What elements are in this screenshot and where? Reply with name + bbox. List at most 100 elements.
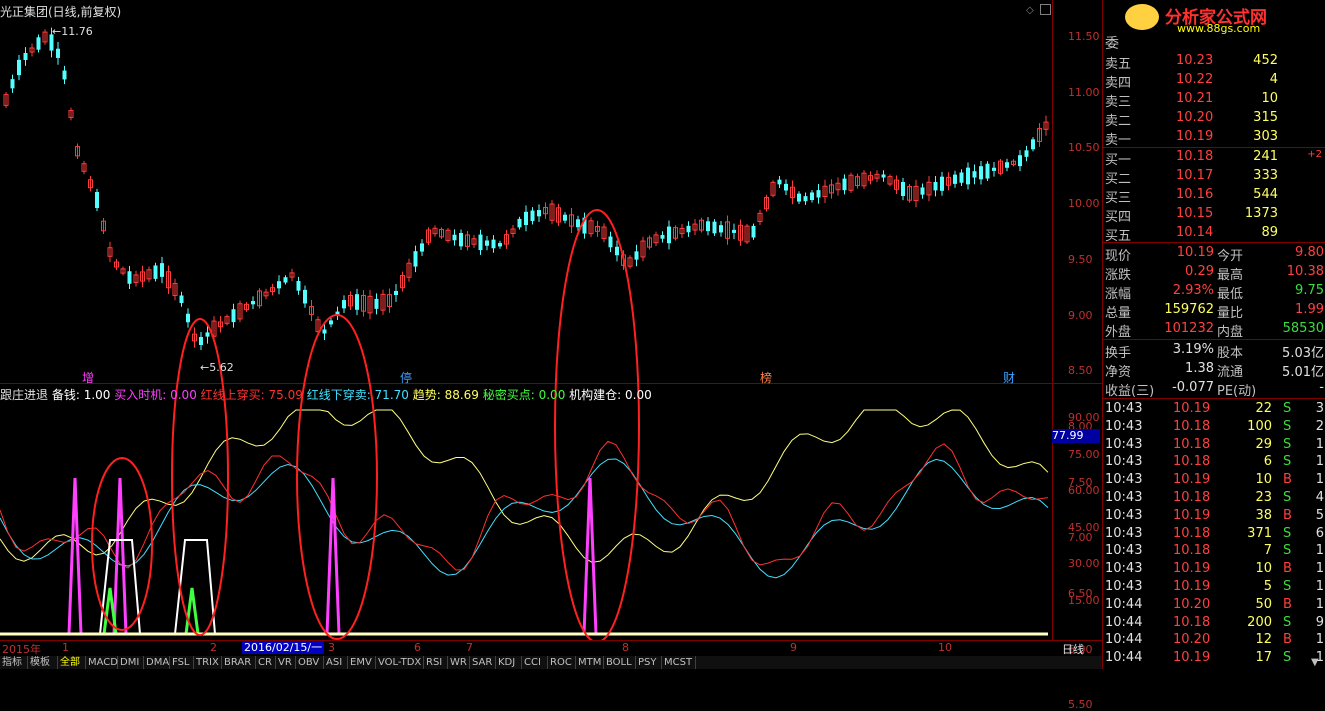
- tick-volume: 23: [1255, 490, 1272, 505]
- tick-price: 10.18: [1173, 490, 1211, 505]
- sell-level[interactable]: 卖四 10.22 4: [1103, 71, 1325, 91]
- candle-body: [127, 271, 132, 284]
- indicator-tab[interactable]: RSI: [424, 656, 448, 669]
- fund-divider: [1103, 339, 1325, 340]
- event-flag-cai[interactable]: 财: [1003, 369, 1015, 386]
- level-price: 10.22: [1176, 72, 1214, 87]
- indicator-tab[interactable]: TRIX: [194, 656, 222, 669]
- event-flag-bang[interactable]: 榜: [760, 369, 772, 386]
- tick-price: 10.19: [1173, 561, 1211, 577]
- tick-count: 1: [1315, 436, 1324, 452]
- period-label[interactable]: 日线: [1062, 641, 1084, 657]
- fund-label: 换手: [1105, 346, 1132, 361]
- tick-time: 10:43: [1105, 490, 1143, 505]
- fund-value: 3.19%: [1172, 342, 1214, 357]
- indicator-tab[interactable]: 全部: [58, 656, 86, 669]
- sell-level[interactable]: 卖三 10.21 10: [1103, 90, 1325, 110]
- fund-label: 流通: [1217, 365, 1244, 380]
- tick-volume: 22: [1255, 401, 1272, 416]
- tick-count: 4: [1315, 490, 1324, 505]
- indicator-tab[interactable]: 模板: [28, 656, 58, 669]
- tick-time: 10:43: [1105, 454, 1143, 470]
- level-label: 卖一: [1105, 133, 1132, 148]
- indicator-tab[interactable]: EMV: [348, 656, 376, 669]
- tick-count: 1: [1315, 596, 1324, 612]
- buy-signal-spike: [112, 477, 128, 636]
- fundamental-row: 净资 1.38 流通 5.01亿: [1103, 360, 1325, 380]
- sell-level[interactable]: 卖一 10.19 303: [1103, 128, 1325, 148]
- tick-row: 10:43 10.18 100 S 2: [1103, 418, 1325, 436]
- indicator-tab[interactable]: MTM: [576, 656, 604, 669]
- event-flag-ting[interactable]: 停: [400, 369, 412, 386]
- candle-body: [1005, 162, 1009, 168]
- candle-body: [667, 226, 671, 244]
- indicator-tab[interactable]: MACD: [86, 656, 118, 669]
- sell-level[interactable]: 卖五 10.23 452: [1103, 52, 1325, 72]
- buy-level[interactable]: 买二 10.17 333: [1103, 167, 1325, 187]
- indicator-tab[interactable]: 指标: [0, 656, 28, 669]
- candle-body: [608, 236, 613, 248]
- indicator-tab[interactable]: KDJ: [496, 656, 522, 669]
- indicator-tab[interactable]: MCST: [662, 656, 696, 669]
- indicator-tick-label: 90.00: [1068, 411, 1100, 424]
- event-flag-zeng[interactable]: 增: [82, 369, 94, 386]
- indicator-tab[interactable]: VR: [276, 656, 296, 669]
- time-axis-month: 1: [62, 641, 69, 654]
- tick-price: 10.19: [1173, 472, 1211, 488]
- indicator-tab[interactable]: BRAR: [222, 656, 256, 669]
- indicator-tick-label: 45.00: [1068, 520, 1100, 534]
- indicator-tab[interactable]: ASI: [324, 656, 348, 669]
- indicator-tab[interactable]: DMA: [144, 656, 170, 669]
- quote-label: 现价: [1105, 249, 1132, 264]
- legend-item: 备钱: 1.00: [51, 388, 115, 402]
- time-axis-year: 2015年: [2, 643, 41, 656]
- buy-signal-spike: [67, 477, 83, 636]
- tick-side: B: [1283, 507, 1292, 523]
- fund-label: 股本: [1217, 346, 1244, 361]
- tick-side: B: [1283, 632, 1292, 648]
- candle-body: [530, 210, 535, 222]
- candle-body: [355, 294, 359, 310]
- indicator-tab[interactable]: DMI: [118, 656, 144, 669]
- price-tick-label: 8.50: [1068, 364, 1093, 378]
- tick-count: 1: [1315, 543, 1324, 559]
- time-axis-month: 3: [328, 641, 335, 654]
- level-price: 10.18: [1176, 149, 1214, 164]
- quote-row: 涨跌 0.29 最高 10.38: [1103, 263, 1325, 283]
- indicator-tab[interactable]: VOL-TDX: [376, 656, 424, 669]
- candle-body: [179, 295, 184, 304]
- level-label: 买一: [1105, 153, 1132, 168]
- tick-volume: 100: [1247, 418, 1272, 434]
- indicator-tab[interactable]: ROC: [548, 656, 576, 669]
- tick-side: S: [1283, 418, 1292, 434]
- level-label: 卖四: [1105, 76, 1132, 91]
- tick-count: 3: [1315, 401, 1324, 416]
- buy-level[interactable]: 买一 10.18 241 +2: [1103, 148, 1325, 168]
- tick-side: S: [1283, 490, 1292, 505]
- indicator-tick-label: 15.00: [1068, 593, 1100, 607]
- candle-body: [810, 192, 814, 201]
- buy-level[interactable]: 买五 10.14 89: [1103, 224, 1325, 244]
- sell-level[interactable]: 卖二 10.20 315: [1103, 109, 1325, 129]
- indicator-tab[interactable]: CCI: [522, 656, 548, 669]
- level-volume: 1373: [1244, 206, 1278, 221]
- chart-area[interactable]: 光正集团(日线,前复权) ◇ 11.50 11.00 10.50 10.00 9.50 9…: [0, 0, 1102, 711]
- indicator-tab[interactable]: FSL: [170, 656, 194, 669]
- candle-body: [478, 234, 483, 251]
- level-label: 卖三: [1105, 95, 1132, 110]
- time-axis-line: [0, 640, 1102, 641]
- indicator-tab[interactable]: SAR: [470, 656, 496, 669]
- scroll-down-icon[interactable]: ▼: [1311, 657, 1319, 668]
- indicator-tab[interactable]: WR: [448, 656, 470, 669]
- indicator-tab[interactable]: CR: [256, 656, 276, 669]
- indicator-tab[interactable]: BOLL: [604, 656, 636, 669]
- indicator-tab[interactable]: PSY: [636, 656, 662, 669]
- indicator-tick-label: 30.00: [1068, 557, 1100, 570]
- tick-time: 10:43: [1105, 579, 1143, 594]
- quote-label: 最高: [1217, 268, 1244, 283]
- indicator-legend: 跟庄进退 备钱: 1.00 买入时机: 0.00 红线上穿买: 75.09 红线…: [0, 386, 652, 403]
- indicator-tab[interactable]: OBV: [296, 656, 324, 669]
- buy-level[interactable]: 买四 10.15 1373: [1103, 205, 1325, 225]
- buy-level[interactable]: 买三 10.16 544: [1103, 186, 1325, 206]
- tick-row: 10:43 10.19 38 B 5: [1103, 507, 1325, 525]
